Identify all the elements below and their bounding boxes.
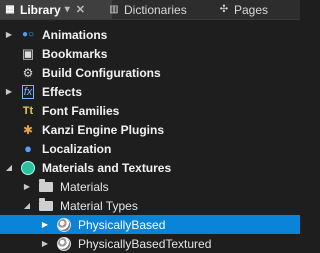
tree-item-bookmarks[interactable]: ▣ Bookmarks [0,44,300,63]
tree-item-localization[interactable]: ● Localization [0,139,300,158]
library-tab-bar: ▦ Library ▾ ✕ ▥ Dictionaries ✣ Pages [0,0,300,20]
folder-icon [38,178,54,195]
tree-item-label: Font Families [42,103,120,118]
tree-item-physicallybased[interactable]: ▶ PhysicallyBased [0,215,300,234]
collapse-arrow-icon[interactable]: ◢ [4,163,14,172]
plugins-icon: ✱ [22,122,34,137]
pages-icon: ✣ [219,4,229,15]
dictionaries-icon: ▥ [109,4,119,15]
tab-pages-label: Pages [234,2,269,17]
tree-item-label: Bookmarks [42,46,108,61]
expand-arrow-icon[interactable]: ▶ [4,30,14,39]
expand-arrow-icon[interactable]: ▶ [4,87,14,96]
bookmarks-icon: ▣ [21,45,35,61]
tree-item-label: Build Configurations [42,65,161,80]
material-type-icon [56,236,72,252]
tree-item-font-families[interactable]: Tt Font Families [0,101,300,120]
tree-item-physicallybasedtextured[interactable]: ▶ PhysicallyBasedTextured [0,234,300,253]
tree-item-label: Materials and Textures [42,160,172,175]
localization-icon: ● [24,141,32,156]
collapse-arrow-icon[interactable]: ◢ [22,201,32,210]
material-type-icon [56,217,72,233]
folder-icon [38,197,54,214]
pin-icon[interactable]: ▾ [65,4,70,15]
tree-item-effects[interactable]: ▶ fx Effects [0,82,300,101]
close-icon[interactable]: ✕ [76,3,85,16]
tab-pages[interactable]: ✣ Pages [214,0,294,19]
tree-item-label: Animations [42,27,108,42]
tree-item-label: Material Types [60,198,138,213]
library-icon: ▦ [5,4,15,15]
tree-item-kanzi-engine-plugins[interactable]: ✱ Kanzi Engine Plugins [0,120,300,139]
tree-item-label: Effects [42,84,83,99]
expand-arrow-icon[interactable]: ▶ [40,220,50,229]
tree-item-label: PhysicallyBasedTextured [78,236,212,251]
tree-item-materials-and-textures[interactable]: ◢ Materials and Textures [0,158,300,177]
tab-library-label: Library [20,2,61,17]
expand-arrow-icon[interactable]: ▶ [22,182,32,191]
materials-textures-icon [20,160,36,176]
font-families-icon: Tt [22,104,34,117]
animations-icon: ●○ [21,29,35,40]
build-configurations-icon: ⚙ [22,65,34,80]
tree-item-build-configurations[interactable]: ⚙ Build Configurations [0,63,300,82]
tab-dictionaries-label: Dictionaries [124,2,187,17]
tree-item-label: Materials [60,179,109,194]
tree-item-material-types[interactable]: ◢ Material Types [0,196,300,215]
tab-library[interactable]: ▦ Library ▾ ✕ [0,0,112,19]
tree-item-materials[interactable]: ▶ Materials [0,177,300,196]
tree-item-label: PhysicallyBased [78,217,166,232]
expand-arrow-icon[interactable]: ▶ [40,239,50,248]
tab-dictionaries[interactable]: ▥ Dictionaries [104,0,204,19]
tree-item-label: Kanzi Engine Plugins [42,122,165,137]
tree-item-label: Localization [42,141,112,156]
effects-icon: fx [21,84,35,99]
tree-item-animations[interactable]: ▶ ●○ Animations [0,25,300,44]
